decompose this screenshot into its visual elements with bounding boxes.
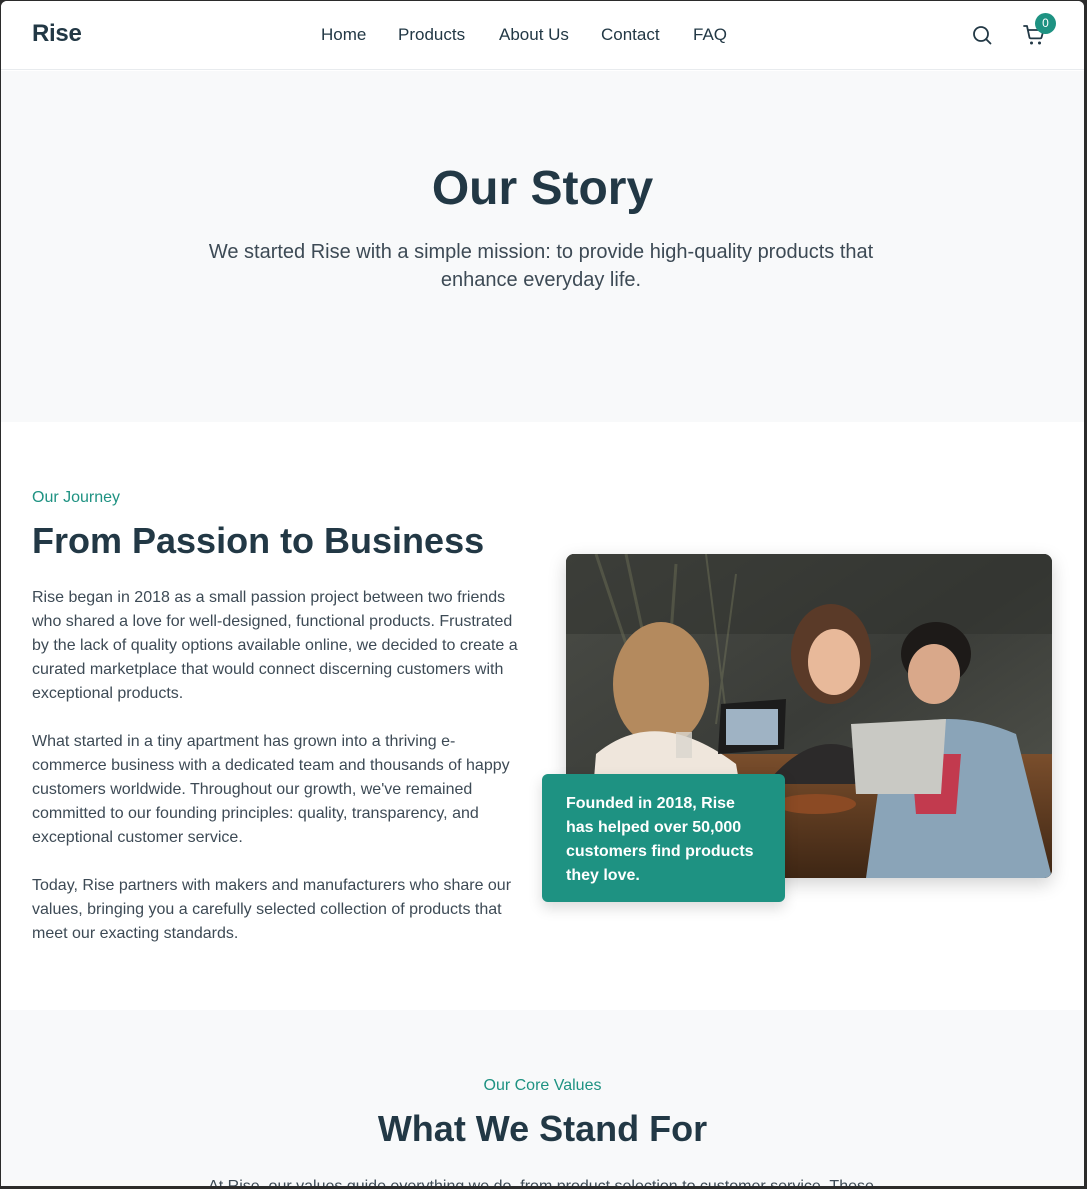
hero-section: Our Story We started Rise with a simple … [1, 71, 1084, 422]
values-subtitle: At Rise, our values guide everything we … [151, 1175, 931, 1186]
site-header: Rise Home Products About Us Contact FAQ … [1, 1, 1084, 70]
values-section: Our Core Values What We Stand For At Ris… [1, 1010, 1084, 1186]
hero-subtitle: We started Rise with a simple mission: t… [208, 241, 874, 291]
values-eyebrow: Our Core Values [483, 1077, 602, 1094]
page-title: Our Story [431, 162, 654, 215]
journey-text: Rise began in 2018 as a small passion pr… [32, 586, 522, 970]
nav-contact[interactable]: Contact [601, 25, 660, 45]
founded-callout: Founded in 2018, Rise has helped over 50… [542, 774, 785, 902]
journey-eyebrow: Our Journey [32, 489, 121, 506]
nav-products[interactable]: Products [398, 25, 465, 45]
journey-paragraph: Rise began in 2018 as a small passion pr… [32, 589, 518, 702]
values-title: What We Stand For [377, 1108, 708, 1149]
about-page: Rise Home Products About Us Contact FAQ … [1, 1, 1084, 1186]
journey-title: From Passion to Business [32, 520, 485, 561]
search-icon[interactable] [970, 23, 994, 47]
nav-home[interactable]: Home [321, 25, 366, 45]
nav-about-us[interactable]: About Us [499, 25, 569, 45]
journey-section: Our Journey From Passion to Business Ris… [1, 422, 1084, 1010]
cart-count-badge: 0 [1035, 13, 1056, 34]
journey-paragraph: What started in a tiny apartment has gro… [32, 733, 510, 846]
journey-paragraph: Today, Rise partners with makers and man… [32, 877, 512, 942]
nav-faq[interactable]: FAQ [693, 25, 727, 45]
main-nav: Home Products About Us Contact FAQ [1, 25, 1084, 47]
